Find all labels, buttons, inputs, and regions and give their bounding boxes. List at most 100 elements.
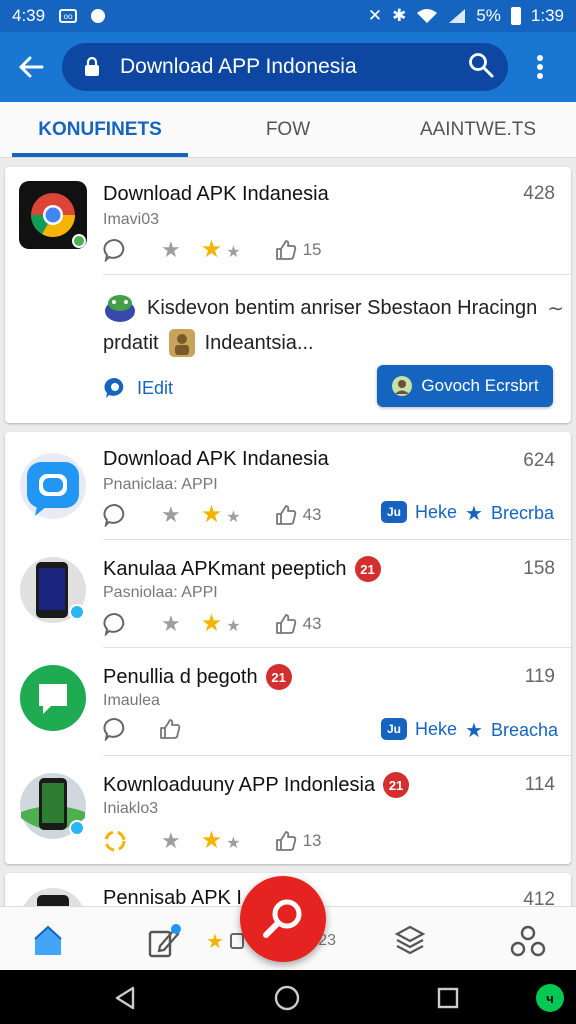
more-vert-icon [537,55,543,79]
divider [103,274,571,275]
action-row: ★ ★ ★ 13 [103,826,322,855]
rating-stars[interactable]: ★ ★ [201,500,241,529]
list-item[interactable]: Kanulaa APKmant peeptich 21 Pasniolaa: AP… [5,540,571,647]
more-options-button[interactable] [508,32,572,102]
rating-stars[interactable]: ★ ★ [201,609,241,638]
signal-icon [449,9,466,23]
wifi-icon [417,9,438,23]
star-grey-icon[interactable]: ★ [161,828,181,854]
heke-button[interactable]: Ju Heke [381,718,457,740]
keyboard-indicator-icon[interactable]: ч [536,984,564,1012]
comment-icon [103,612,125,636]
status-clock: 1:39 [530,6,564,25]
back-arrow-icon [19,56,44,78]
chrome-app-icon [19,181,87,249]
like-button[interactable]: 13 [275,830,322,852]
like-button[interactable] [159,718,181,740]
star-grey-icon[interactable]: ★ [161,237,181,263]
nav-community[interactable] [508,921,548,961]
comment-icon [103,503,125,527]
like-button[interactable]: 43 [275,504,322,526]
nav-layers[interactable] [390,921,430,961]
download-count: 119 [524,666,555,687]
star-gold-icon: ★ [200,501,223,528]
nav-edit[interactable] [144,921,184,961]
app-title[interactable]: Kanulaa APKmant peeptich 21 [103,556,381,582]
comment-button[interactable] [103,717,127,741]
tab-aaintwets[interactable]: AAINTWE.TS [390,102,566,158]
like-button[interactable]: 15 [275,239,322,261]
comment-button[interactable] [103,503,127,527]
tab-fow[interactable]: FOW [200,102,376,158]
star-gold-icon: ★ [206,930,224,953]
mute-icon: ✕ [367,6,383,25]
app-subtitle: Iniaklo3 [103,800,159,817]
badge-icon: 21 [354,556,381,582]
tab-konufinets[interactable]: KONUFINETS [12,102,188,158]
star-gold-icon: ★ [200,827,223,854]
loading-icon [104,830,126,851]
chevron-down-icon[interactable]: ∼ [547,296,564,321]
badge-icon: 21 [265,664,292,690]
featured-card[interactable]: Download APK Indanesia Imavi03 428 ★ ★ ★ … [5,167,571,423]
app-title[interactable]: Download APK Indanesia [103,448,329,471]
breacha-button[interactable]: ★ Breacha [465,718,558,743]
comment-icon [103,238,125,262]
app-list-card: Download APK Indanesia Pnaniclaa: APPI 6… [5,432,571,864]
list-item[interactable]: Kownloaduuny APP Indonlesia 21 Iniaklo3 1… [5,756,571,863]
search-bar[interactable]: Download APP Indonesia [62,43,508,91]
list-item[interactable]: Download APK Indanesia Pnaniclaa: APPI 6… [5,432,571,539]
phone-app-icon [19,556,87,624]
star-blue-icon: ★ [465,720,483,742]
chat-app-icon [19,452,87,520]
download-count: 624 [523,450,555,471]
download-count: 114 [524,774,555,795]
app-title[interactable]: Download APK Indanesia [103,183,329,206]
comment-button[interactable] [103,238,127,262]
nav-home[interactable] [28,921,68,961]
like-button[interactable]: 43 [275,613,322,635]
status-time: 4:39 [12,6,46,25]
thumbs-up-icon [275,504,296,525]
rating-stars[interactable]: ★ ★ [201,235,241,264]
box-icon [229,933,245,949]
community-icon [510,925,546,957]
nav-recents-button[interactable] [437,987,459,1014]
like-count: 15 [302,239,322,259]
star-grey-icon[interactable]: ★ [161,502,181,528]
description-line-1: Kisdevon bentim anriser Sbestaon Hracing… [103,293,564,323]
edit-button[interactable]: IEdit [103,376,173,400]
recents-square-icon [437,987,459,1009]
battery-icon [510,7,521,25]
star-small-icon: ★ [226,509,241,526]
go-button[interactable]: Govoch Ecrsbrt [377,365,553,407]
notification-dot-icon [91,9,106,23]
brecrba-button[interactable]: ★ Brecrba [465,501,554,526]
comment-icon [103,718,125,741]
comment-button[interactable] [103,612,127,636]
search-query[interactable]: Download APP Indonesia [120,55,468,79]
description-line-2: prdatit Indeantsia... [103,329,314,357]
search-icon[interactable] [468,52,494,83]
search-fab[interactable] [240,876,326,962]
nav-back-button[interactable] [114,986,136,1015]
like-count: 13 [302,830,322,850]
list-item[interactable]: Penullia d þegoth 21 Imaulea 119 Ju Heke ★… [5,648,571,755]
loading-button[interactable] [103,829,127,853]
robot-icon [105,295,135,322]
edit-icon [104,377,124,398]
action-row: ★ ★ ★ 15 [103,235,322,264]
download-count: 158 [523,558,555,579]
back-button[interactable] [0,32,62,102]
star-grey-icon[interactable]: ★ [161,611,181,637]
app-title[interactable]: Penullia d þegoth 21 [103,664,292,690]
star-blue-icon: ★ [465,503,483,525]
app-subtitle: Pasniolaa: APPI [103,584,218,601]
home-icon [34,925,62,955]
thumbs-up-icon [275,613,296,634]
ju-icon: Ju [381,718,407,740]
app-title[interactable]: Kownloaduuny APP Indonlesia 21 [103,772,410,798]
rating-stars[interactable]: ★ ★ [201,826,241,855]
nav-home-button[interactable] [274,985,300,1016]
heke-button[interactable]: Ju Heke [381,501,457,523]
